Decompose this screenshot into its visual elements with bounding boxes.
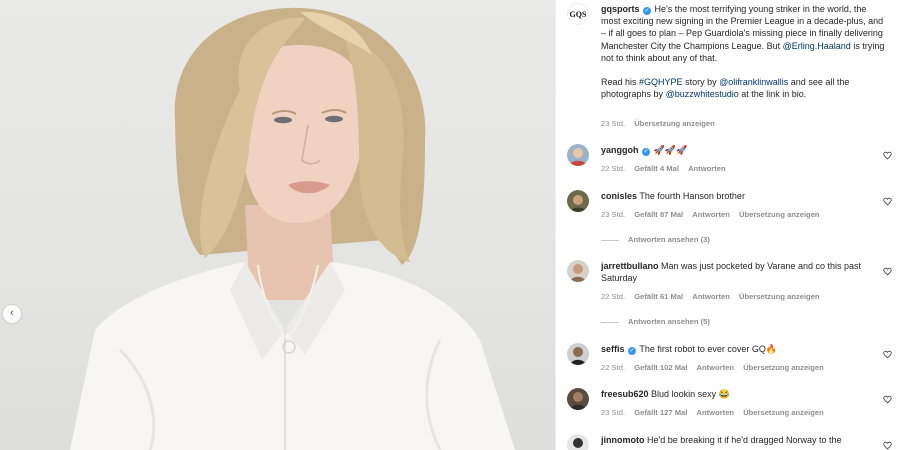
comment-username[interactable]: conisles (601, 191, 637, 201)
translate-button[interactable]: Übersetzung anzeigen (739, 210, 820, 219)
translate-button[interactable]: Übersetzung anzeigen (739, 292, 820, 301)
comment-username[interactable]: yanggoh (601, 145, 639, 155)
reply-button[interactable]: Antworten (697, 408, 735, 417)
comment-item: conisles The fourth Hanson brother 23 St… (567, 190, 892, 250)
comment-likes[interactable]: Gefällt 61 Mal (634, 292, 683, 301)
author-username[interactable]: gqsports (601, 4, 640, 14)
comment-likes[interactable]: Gefällt 87 Mal (634, 210, 683, 219)
comment-meta: 22 Std. Gefällt 4 Mal Antworten (601, 164, 733, 173)
comment-time: 23 Std. (601, 210, 626, 219)
caption-text: gqsports ✓ He's the most terrifying youn… (601, 3, 888, 100)
comment-body: The fourth Hanson brother (639, 191, 745, 201)
comment-meta: 22 Std. Gefällt 61 Mal Antworten Überset… (601, 292, 827, 301)
comment-meta: 23 Std. Gefällt 87 Mal Antworten Überset… (601, 210, 827, 219)
comment-item: yanggoh ✓ 🚀🚀🚀 22 Std. Gefällt 4 Mal Antw… (567, 144, 892, 180)
comment-body: The first robot to ever cover GQ🔥 (639, 344, 778, 354)
heart-outline-icon[interactable] (883, 267, 892, 276)
comment-text: conisles The fourth Hanson brother (601, 190, 874, 202)
comment-likes[interactable]: Gefällt 4 Mal (634, 164, 679, 173)
comment-meta: 22 Std. Gefällt 102 Mal Antworten Überse… (601, 363, 831, 372)
comment-meta: 23 Std. Gefällt 127 Mal Antworten Überse… (601, 408, 831, 417)
heart-outline-icon[interactable] (883, 441, 892, 450)
comment-text: seffis ✓ The first robot to ever cover G… (601, 343, 874, 355)
avatar[interactable] (567, 144, 589, 166)
caption-meta: 23 Std. Übersetzung anzeigen (601, 119, 722, 128)
comment-text: yanggoh ✓ 🚀🚀🚀 (601, 144, 874, 156)
comment-body: Blud lookin sexy 😂 (651, 389, 730, 399)
read-prefix: Read his (601, 77, 637, 88)
author-avatar[interactable]: GQS (567, 3, 589, 25)
view-replies-label: Antworten ansehen (5) (628, 317, 710, 326)
comment-time: 23 Std. (601, 408, 626, 417)
heart-outline-icon[interactable] (883, 395, 892, 404)
link-in-bio: at the link in bio. (741, 89, 807, 100)
mention-haaland[interactable]: @Erling.Haaland (783, 41, 851, 51)
mention-writer[interactable]: @olifranklinwallis (719, 77, 788, 87)
comment-text: jinnomoto He'd be breaking it if he'd dr… (601, 434, 874, 446)
translate-button[interactable]: Übersetzung anzeigen (743, 363, 824, 372)
comment-time: 22 Std. (601, 292, 626, 301)
avatar[interactable] (567, 434, 589, 450)
comment-text: freesub620 Blud lookin sexy 😂 (601, 388, 874, 400)
caption-translate[interactable]: Übersetzung anzeigen (634, 119, 715, 128)
hashtag-link[interactable]: #GQHYPE (639, 77, 683, 87)
translate-button[interactable]: Übersetzung anzeigen (743, 408, 824, 417)
post-caption: GQS gqsports ✓ He's the most terrifying … (567, 3, 892, 133)
avatar[interactable] (567, 343, 589, 365)
view-replies-button[interactable]: Antworten ansehen (3) (601, 235, 710, 244)
comment-time: 22 Std. (601, 164, 626, 173)
comment-body: He'd be breaking it if he'd dragged Norw… (647, 435, 842, 445)
heart-outline-icon[interactable] (883, 350, 892, 359)
author-logo-text: GQS (569, 9, 587, 19)
post-photo: ‹ (0, 0, 555, 450)
comment-item: freesub620 Blud lookin sexy 😂 23 Std. Ge… (567, 388, 892, 424)
heart-outline-icon[interactable] (883, 151, 892, 160)
view-replies-button[interactable]: Antworten ansehen (5) (601, 317, 710, 326)
comment-item: seffis ✓ The first robot to ever cover G… (567, 343, 892, 379)
comment-text: jarrettbullano Man was just pocketed by … (601, 260, 874, 284)
verified-badge-icon: ✓ (628, 347, 637, 355)
reply-button[interactable]: Antworten (692, 292, 730, 301)
caption-time: 23 Std. (601, 119, 626, 128)
view-replies-label: Antworten ansehen (3) (628, 235, 710, 244)
comment-item: jarrettbullano Man was just pocketed by … (567, 260, 892, 332)
previous-photo-button[interactable]: ‹ (3, 305, 21, 323)
avatar[interactable] (567, 388, 589, 410)
verified-badge-icon: ✓ (643, 7, 652, 15)
comment-username[interactable]: seffis (601, 344, 625, 354)
reply-button[interactable]: Antworten (688, 164, 726, 173)
reply-button[interactable]: Antworten (692, 210, 730, 219)
comments-panel: GQS gqsports ✓ He's the most terrifying … (555, 0, 900, 450)
verified-badge-icon: ✓ (642, 148, 651, 156)
reply-button[interactable]: Antworten (697, 363, 735, 372)
heart-outline-icon[interactable] (883, 197, 892, 206)
comment-username[interactable]: freesub620 (601, 389, 649, 399)
comment-username[interactable]: jinnomoto (601, 435, 645, 445)
story-by: story by (685, 77, 717, 88)
comment-username[interactable]: jarrettbullano (601, 261, 659, 271)
comment-body: 🚀🚀🚀 (653, 145, 688, 155)
chevron-left-icon: ‹ (10, 307, 14, 319)
comment-likes[interactable]: Gefällt 127 Mal (634, 408, 687, 417)
comment-item: jinnomoto He'd be breaking it if he'd dr… (567, 434, 892, 450)
comment-time: 22 Std. (601, 363, 626, 372)
portrait-illustration (70, 7, 515, 450)
avatar[interactable] (567, 260, 589, 282)
avatar[interactable] (567, 190, 589, 212)
mention-studio[interactable]: @buzzwhitestudio (666, 89, 739, 99)
comment-likes[interactable]: Gefällt 102 Mal (634, 363, 687, 372)
